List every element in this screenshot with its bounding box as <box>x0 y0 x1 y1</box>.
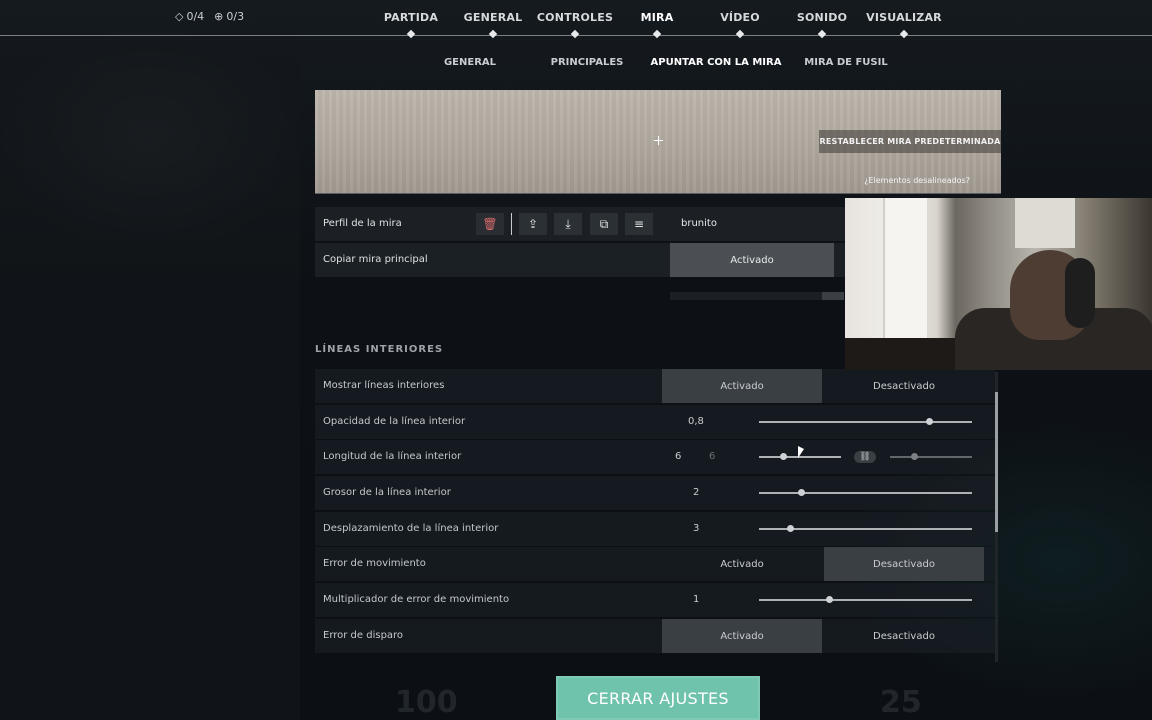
firing-error-off-button[interactable]: Desactivado <box>824 619 984 653</box>
firing-error-row: Error de disparo Activado Desactivado <box>315 619 995 653</box>
inner-line-length-label: Longitud de la línea interior <box>323 451 462 462</box>
tab-partida[interactable]: PARTIDA <box>384 11 438 24</box>
inner-line-offset-row: Desplazamiento de la línea interior 3 <box>315 512 995 546</box>
subtab-mira-de-fusil[interactable]: MIRA DE FUSIL <box>804 57 887 68</box>
tab-video[interactable]: VÍDEO <box>720 11 760 24</box>
inner-line-offset-knob[interactable] <box>787 525 795 532</box>
diamond-icon: ◇ <box>175 10 184 23</box>
inner-line-length-secondary-knob[interactable] <box>911 453 919 460</box>
movement-error-multiplier-row: Multiplicador de error de movimiento 1 <box>315 583 995 617</box>
plus-circle-icon: ⊕ <box>214 10 224 23</box>
download-icon: ⤓ <box>565 216 571 231</box>
inner-line-thickness-knob[interactable] <box>798 489 806 496</box>
tab-visualizar[interactable]: VISUALIZAR <box>866 11 942 24</box>
link-icon[interactable]: ⛓ <box>854 451 876 463</box>
hud-ammo: 25 <box>880 685 922 720</box>
hud-health: 100 <box>395 685 458 720</box>
subtab-principales[interactable]: PRINCIPALES <box>551 57 624 68</box>
inner-line-opacity-row: Opacidad de la línea interior 0,8 <box>315 405 995 439</box>
movement-error-row: Error de movimiento Activado Desactivado <box>315 547 995 581</box>
inner-line-length-value[interactable]: 6 <box>675 440 681 474</box>
tab-sonido[interactable]: SONIDO <box>797 11 847 24</box>
show-inner-lines-on-button[interactable]: Activado <box>662 369 822 403</box>
trash-icon: 🗑 <box>482 217 498 231</box>
crosshair-profile-label: Perfil de la mira <box>323 218 402 229</box>
inner-line-thickness-row: Grosor de la línea interior 2 <box>315 476 995 510</box>
tab-controles[interactable]: CONTROLES <box>537 11 613 24</box>
background-left-panel <box>0 36 300 720</box>
headset-icon <box>1065 258 1095 328</box>
inner-line-offset-value[interactable]: 3 <box>693 512 699 546</box>
import-profile-button[interactable]: ⤓ <box>554 213 582 235</box>
inner-line-opacity-label: Opacidad de la línea interior <box>323 416 466 427</box>
show-inner-lines-row: Mostrar líneas interiores Activado Desac… <box>315 369 995 403</box>
inner-line-thickness-label: Grosor de la línea interior <box>323 487 451 498</box>
inner-line-thickness-value[interactable]: 2 <box>693 476 699 510</box>
inner-line-length-knob[interactable] <box>780 453 788 460</box>
inner-line-opacity-knob[interactable] <box>925 418 933 425</box>
crosshair-profile-row: Perfil de la mira 🗑 ⇪ ⤓ ⧉ ≡ <box>315 207 845 241</box>
copy-main-crosshair-toggle[interactable]: Activado <box>670 243 834 277</box>
top-nav: ◇ 0/4 ⊕ 0/3 PARTIDA GENERAL CONTROLES MIRA… <box>0 0 1152 39</box>
counter-left: ◇ 0/4 <box>175 10 204 23</box>
inner-line-length-row: Longitud de la línea interior 6 6 ⛓ <box>315 440 995 474</box>
inner-line-offset-label: Desplazamiento de la línea interior <box>323 523 499 534</box>
rename-profile-button[interactable]: ≡ <box>625 213 653 235</box>
counter-left-value: 0/4 <box>186 10 205 23</box>
settings-scrollbar-thumb[interactable] <box>995 392 998 532</box>
export-profile-button[interactable]: ⇪ <box>519 213 547 235</box>
movement-error-off-button[interactable]: Desactivado <box>824 547 984 581</box>
webcam-door <box>883 198 927 338</box>
delete-profile-button[interactable]: 🗑 <box>476 213 504 235</box>
movement-error-multiplier-value[interactable]: 1 <box>693 583 699 617</box>
crosshair-icon <box>654 136 663 145</box>
movement-error-label: Error de movimiento <box>323 558 426 569</box>
close-settings-button[interactable]: CERRAR AJUSTES <box>556 676 760 720</box>
movement-error-multiplier-label: Multiplicador de error de movimiento <box>323 594 510 605</box>
inner-line-opacity-slider[interactable] <box>759 421 972 423</box>
mouse-cursor-icon <box>798 446 804 458</box>
crosshair-preview: RESTABLECER MIRA PREDETERMINADA ¿Element… <box>315 90 1001 194</box>
firing-error-label: Error de disparo <box>323 630 404 641</box>
counter-right: ⊕ 0/3 <box>214 10 244 23</box>
rename-icon: ≡ <box>633 217 645 231</box>
toolbar-divider <box>511 213 512 235</box>
show-inner-lines-label: Mostrar líneas interiores <box>323 380 445 391</box>
counter-right-value: 0/3 <box>226 10 245 23</box>
duplicate-profile-button[interactable]: ⧉ <box>590 213 618 235</box>
misaligned-elements-link[interactable]: ¿Elementos desalineados? <box>864 176 970 185</box>
profile-scrollbar[interactable] <box>670 292 844 300</box>
webcam-overlay <box>845 198 1152 370</box>
movement-error-on-button[interactable]: Activado <box>662 547 822 581</box>
copy-icon: ⧉ <box>599 216 609 231</box>
inner-line-length-secondary-slider[interactable] <box>890 456 972 458</box>
inner-lines-section-title: LÍNEAS INTERIORES <box>315 344 444 355</box>
movement-error-multiplier-knob[interactable] <box>825 596 833 603</box>
movement-error-multiplier-slider[interactable] <box>759 599 972 601</box>
inner-line-thickness-slider[interactable] <box>759 492 972 494</box>
profile-scrollbar-thumb[interactable] <box>822 292 844 300</box>
show-inner-lines-off-button[interactable]: Desactivado <box>824 369 984 403</box>
copy-main-crosshair-label: Copiar mira principal <box>323 254 428 265</box>
webcam-window <box>1015 198 1075 248</box>
subtab-apuntar-con-la-mira[interactable]: APUNTAR CON LA MIRA <box>651 57 782 68</box>
reset-crosshair-button[interactable]: RESTABLECER MIRA PREDETERMINADA <box>819 130 1001 153</box>
tab-general[interactable]: GENERAL <box>464 11 523 24</box>
match-counters: ◇ 0/4 ⊕ 0/3 <box>175 10 244 23</box>
inner-line-opacity-value[interactable]: 0,8 <box>688 405 704 439</box>
profile-name-dropdown[interactable]: brunito <box>681 207 717 241</box>
inner-line-length-value-secondary[interactable]: 6 <box>709 440 715 474</box>
upload-icon: ⇪ <box>527 217 539 231</box>
settings-scrollbar[interactable] <box>995 372 998 662</box>
tab-mira[interactable]: MIRA <box>641 11 674 24</box>
subtab-general[interactable]: GENERAL <box>444 57 496 68</box>
firing-error-on-button[interactable]: Activado <box>662 619 822 653</box>
